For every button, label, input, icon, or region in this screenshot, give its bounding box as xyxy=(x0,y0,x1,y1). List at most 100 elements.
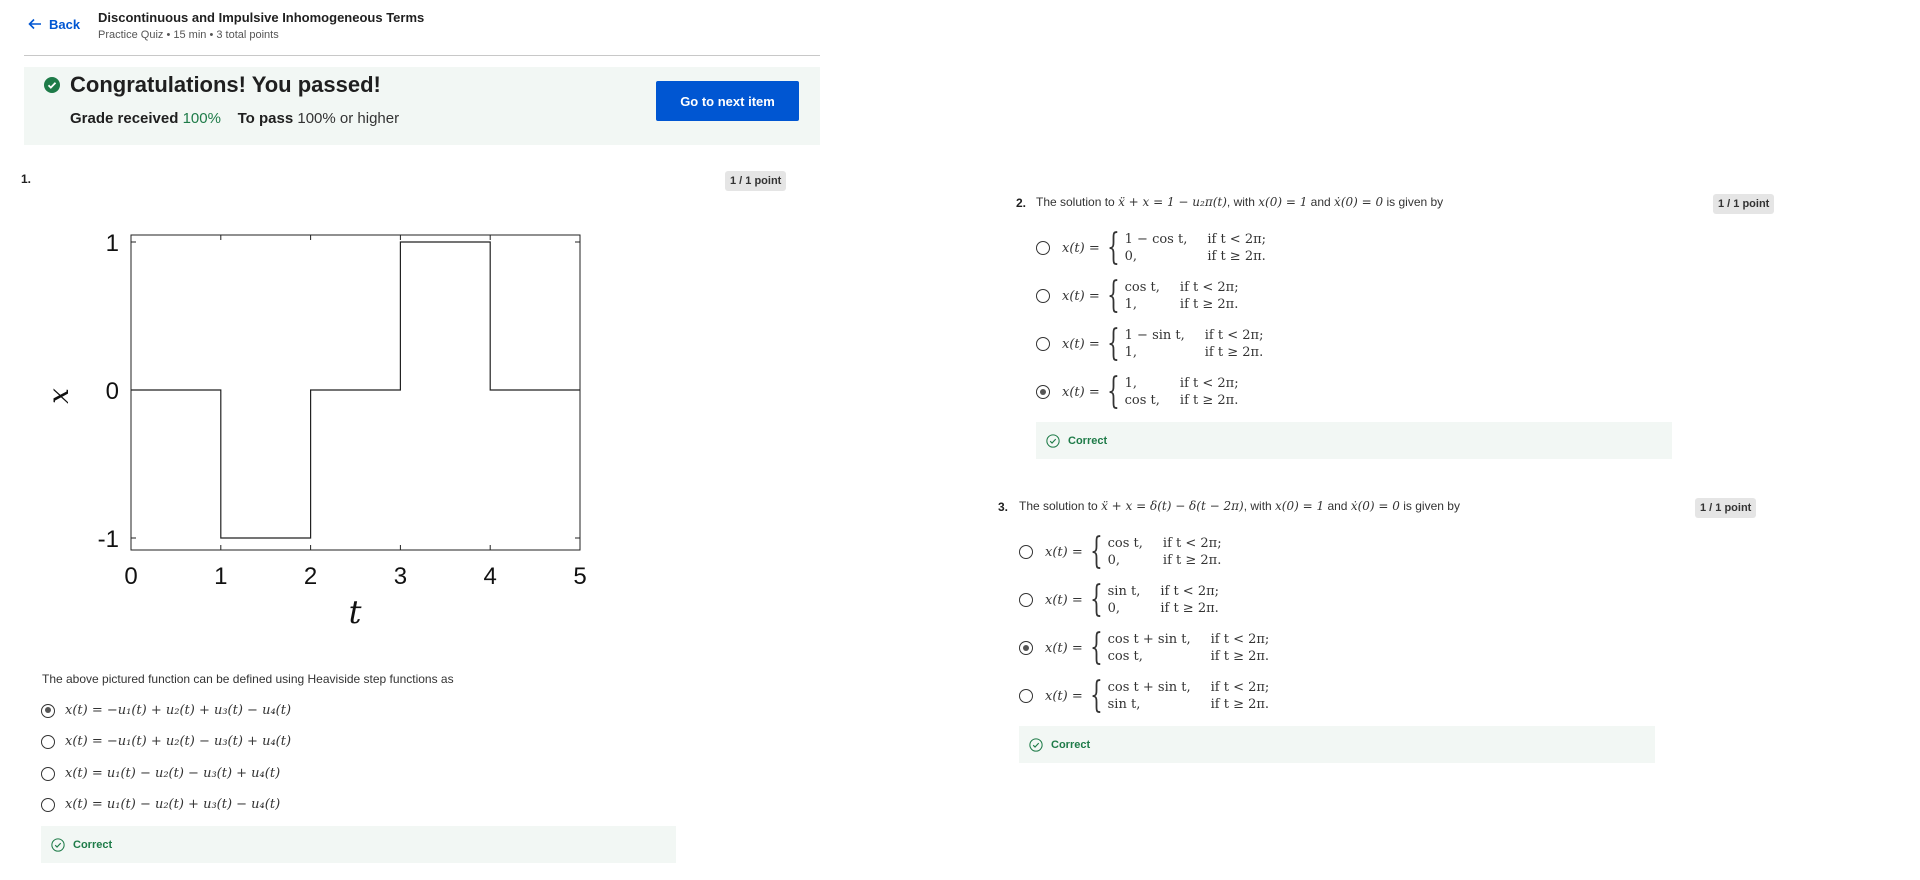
quiz-meta: Practice Quiz • 15 min • 3 total points xyxy=(98,29,279,41)
y-axis-label: x xyxy=(42,388,75,404)
answer-option[interactable]: x(t) = { sin t, if t < 2π; 0, if t ≥ 2π. xyxy=(1019,582,1221,618)
option-text: x(t) = u₁(t) − u₂(t) + u₃(t) − u₄(t) xyxy=(65,797,281,812)
left-brace: { xyxy=(1106,323,1120,364)
case-condition: if t < 2π; xyxy=(1160,584,1220,599)
case-value: cos t, xyxy=(1124,393,1160,408)
check-circle-outline-icon xyxy=(1029,737,1043,752)
case-condition: if t ≥ 2π. xyxy=(1179,297,1239,312)
feedback-correct: Correct xyxy=(1019,726,1655,763)
expression-lhs: x(t) = xyxy=(1045,640,1083,656)
prompt-text: The solution to xyxy=(1036,195,1119,209)
prompt-text: The solution to xyxy=(1019,499,1102,513)
prompt-text: , with xyxy=(1226,195,1259,209)
answer-option[interactable]: x(t) = { cos t + sin t, if t < 2π; cos t,… xyxy=(1019,630,1271,666)
radio-button[interactable] xyxy=(1036,289,1050,303)
answer-option[interactable]: x(t) = −u₁(t) + u₂(t) − u₃(t) + u₄(t) xyxy=(41,734,291,749)
piecewise-expression: x(t) = { cos t, if t < 2π; 0, if t ≥ 2π. xyxy=(1045,534,1224,570)
question-prompt: The above pictured function can be defin… xyxy=(42,672,454,686)
quiz-title: Discontinuous and Impulsive Inhomogeneou… xyxy=(98,10,425,25)
points-badge: 1 / 1 point xyxy=(1695,498,1757,518)
header-divider xyxy=(24,55,820,56)
piecewise-expression: x(t) = { 1 − cos t, if t < 2π; 0, if t ≥ 2… xyxy=(1062,230,1268,266)
radio-button[interactable] xyxy=(1019,689,1033,703)
x-axis-label: t xyxy=(349,593,362,631)
radio-button[interactable] xyxy=(1036,241,1050,255)
x-tick-label: 1 xyxy=(214,563,227,590)
step-function-chart: 012345 -101 x t xyxy=(42,230,587,631)
radio-button[interactable] xyxy=(1019,545,1033,559)
y-tick-label: 1 xyxy=(106,230,119,257)
prompt-equation: ẍ + x = 1 − u₂π(t) xyxy=(1118,195,1227,209)
radio-button[interactable] xyxy=(41,734,55,749)
question-prompt: The solution to ẍ + x = 1 − u₂π(t), with… xyxy=(1036,195,1443,209)
pass-heading: Congratulations! You passed! xyxy=(70,72,381,97)
x-tick-label: 3 xyxy=(394,563,407,590)
x-tick-label: 2 xyxy=(304,563,317,590)
piecewise-expression: x(t) = { 1, if t < 2π; cos t, if t ≥ 2π. xyxy=(1062,374,1241,410)
check-circle-icon xyxy=(44,77,60,93)
left-brace: { xyxy=(1089,579,1103,620)
case-condition: if t < 2π; xyxy=(1162,536,1222,551)
question-number: 2. xyxy=(1016,196,1027,210)
pass-label: To pass xyxy=(237,110,294,127)
case-value: 1 − sin t, xyxy=(1124,328,1185,343)
radio-button[interactable] xyxy=(1019,641,1033,655)
back-link[interactable]: Back xyxy=(27,16,80,32)
radio-button[interactable] xyxy=(41,766,55,781)
case-value: 1, xyxy=(1124,345,1138,360)
case-value: cos t + sin t, xyxy=(1107,632,1191,647)
case-value: 1 − cos t, xyxy=(1124,232,1188,247)
answer-option[interactable]: x(t) = { cos t + sin t, if t < 2π; sin t,… xyxy=(1019,678,1271,714)
answer-option[interactable]: x(t) = { cos t, if t < 2π; 1, if t ≥ 2π. xyxy=(1036,278,1241,314)
answer-option[interactable]: x(t) = u₁(t) − u₂(t) − u₃(t) + u₄(t) xyxy=(41,766,280,781)
feedback-label: Correct xyxy=(1051,738,1091,751)
prompt-text: , with xyxy=(1243,499,1276,513)
feedback-label: Correct xyxy=(1068,434,1108,447)
question-prompt: The solution to ẍ + x = δ(t) − δ(t − 2π)… xyxy=(1019,499,1460,513)
pass-value: 100% or higher xyxy=(297,110,400,127)
radio-button[interactable] xyxy=(41,797,55,812)
answer-option[interactable]: x(t) = { cos t, if t < 2π; 0, if t ≥ 2π. xyxy=(1019,534,1224,570)
radio-button[interactable] xyxy=(1036,385,1050,399)
case-value: 1, xyxy=(1124,297,1138,312)
case-value: 0, xyxy=(1124,249,1138,264)
expression-lhs: x(t) = xyxy=(1045,688,1083,704)
x-tick-label: 4 xyxy=(484,563,497,590)
points-badge: 1 / 1 point xyxy=(725,171,787,191)
answer-option[interactable]: x(t) = { 1 − cos t, if t < 2π; 0, if t ≥ 2… xyxy=(1036,230,1268,266)
prompt-equation: ẋ(0) = 0 xyxy=(1334,195,1384,209)
case-condition: if t ≥ 2π. xyxy=(1162,553,1222,568)
option-text: x(t) = −u₁(t) + u₂(t) + u₃(t) − u₄(t) xyxy=(65,703,292,718)
prompt-equation: ẋ(0) = 0 xyxy=(1350,499,1400,513)
case-value: sin t, xyxy=(1107,584,1141,599)
series-line xyxy=(131,241,580,539)
check-circle-outline-icon xyxy=(1046,433,1060,448)
grade-label: Grade received xyxy=(70,110,179,127)
case-value: sin t, xyxy=(1107,697,1141,712)
arrow-left-icon xyxy=(28,18,41,30)
back-label: Back xyxy=(49,16,81,32)
next-item-button[interactable]: Go to next item xyxy=(656,81,799,121)
left-brace: { xyxy=(1089,675,1103,716)
answer-option[interactable]: x(t) = { 1 − sin t, if t < 2π; 1, if t ≥ 2… xyxy=(1036,326,1265,362)
points-badge: 1 / 1 point xyxy=(1713,194,1775,214)
answer-option[interactable]: x(t) = u₁(t) − u₂(t) + u₃(t) − u₄(t) xyxy=(41,797,280,812)
grade-value: 100% xyxy=(182,110,221,127)
piecewise-expression: x(t) = { 1 − sin t, if t < 2π; 1, if t ≥ 2… xyxy=(1062,326,1265,362)
expression-lhs: x(t) = xyxy=(1062,384,1100,400)
answer-option[interactable]: x(t) = −u₁(t) + u₂(t) + u₃(t) − u₄(t) xyxy=(41,703,291,718)
radio-button[interactable] xyxy=(1036,337,1050,351)
check-circle-outline-icon xyxy=(51,837,65,852)
prompt-text: and xyxy=(1307,195,1335,209)
left-brace: { xyxy=(1089,627,1103,668)
radio-button[interactable] xyxy=(41,703,55,718)
prompt-equation: ẍ + x = δ(t) − δ(t − 2π) xyxy=(1101,499,1244,513)
expression-lhs: x(t) = xyxy=(1062,240,1100,256)
plot-frame xyxy=(130,234,581,551)
answer-option[interactable]: x(t) = { 1, if t < 2π; cos t, if t ≥ 2π. xyxy=(1036,374,1241,410)
y-tick-label: 0 xyxy=(106,378,119,405)
case-condition: if t < 2π; xyxy=(1179,280,1239,295)
radio-button[interactable] xyxy=(1019,593,1033,607)
case-value: 1, xyxy=(1124,376,1138,391)
question-number: 1. xyxy=(21,172,32,186)
